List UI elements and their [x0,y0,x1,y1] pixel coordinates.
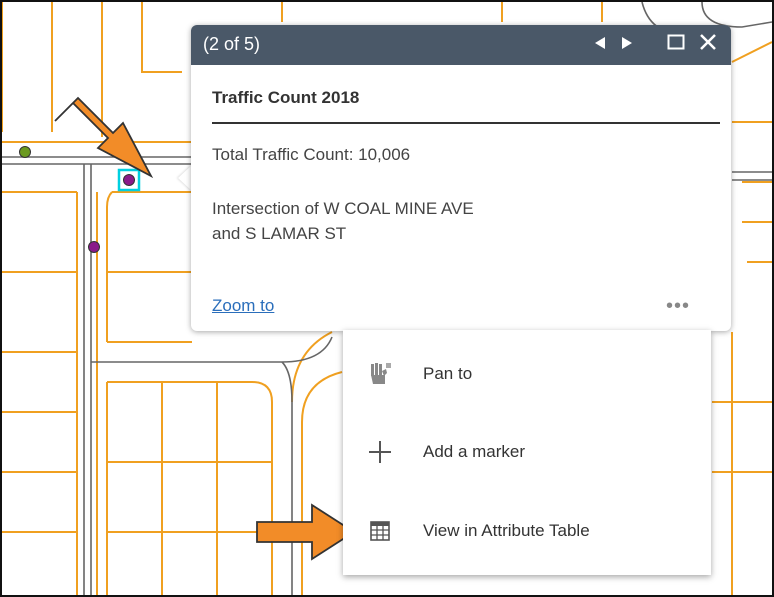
zoom-to-link[interactable]: Zoom to [212,296,274,316]
popup-title: Traffic Count 2018 [212,88,360,107]
parcel-line [106,382,218,595]
parcel-line [301,371,343,595]
pan-hand-icon [367,361,393,387]
popup-header: (2 of 5) [191,25,731,65]
table-icon [367,518,393,544]
parcel-line [731,41,772,183]
close-icon-glyph [700,34,716,50]
road-line [281,361,293,595]
popup-window: (2 of 5) Traffic Count 2018 Total Traffi… [191,25,731,331]
popup-divider [212,122,720,124]
feature-count: (2 of 5) [203,34,261,54]
plus-icon [367,439,393,465]
next-icon-glyph [622,37,632,49]
parcel-line [2,191,77,533]
parcel-line [107,381,273,595]
road-line [91,336,333,363]
parcel-line [107,271,192,343]
selected-point [123,174,135,186]
parcel-line [742,221,772,263]
maximize-icon-glyph [667,34,685,50]
menu-label-view-attribute-table: View in Attribute Table [423,521,590,540]
parcel-line [51,2,182,137]
previous-icon[interactable] [590,33,610,57]
previous-icon-glyph [595,37,605,49]
description-line-2: and S LAMAR ST [212,224,347,243]
next-icon[interactable] [617,33,637,57]
intersection-description: Intersection of W COAL MINE AVE and S LA… [212,196,632,246]
purple-point [88,241,100,253]
parcel-line [106,191,192,342]
parcel-line [107,461,272,533]
road-line [732,171,772,181]
parcel-line [712,332,772,595]
description-line-1: Intersection of W COAL MINE AVE [212,199,474,218]
parcel-line [281,2,603,22]
popup-pointer [178,165,192,191]
menu-label-pan-to: Pan to [423,364,473,383]
actions-menu: Pan to Add a marker View in Attribute Ta… [343,330,711,575]
traffic-count-field: Total Traffic Count: 10,006 [212,145,411,164]
menu-item-add-marker[interactable]: Add a marker [343,423,711,483]
screenshot-frame: (2 of 5) Traffic Count 2018 Total Traffi… [0,0,774,597]
maximize-icon[interactable] [665,33,687,57]
close-icon[interactable] [697,33,719,57]
menu-item-view-attribute-table[interactable]: View in Attribute Table [343,502,711,562]
more-actions-button[interactable]: ••• [658,295,698,319]
menu-label-add-marker: Add a marker [423,442,526,461]
parcel-line [291,331,333,403]
olive-point [19,146,31,158]
menu-item-pan-to[interactable]: Pan to [343,345,711,405]
